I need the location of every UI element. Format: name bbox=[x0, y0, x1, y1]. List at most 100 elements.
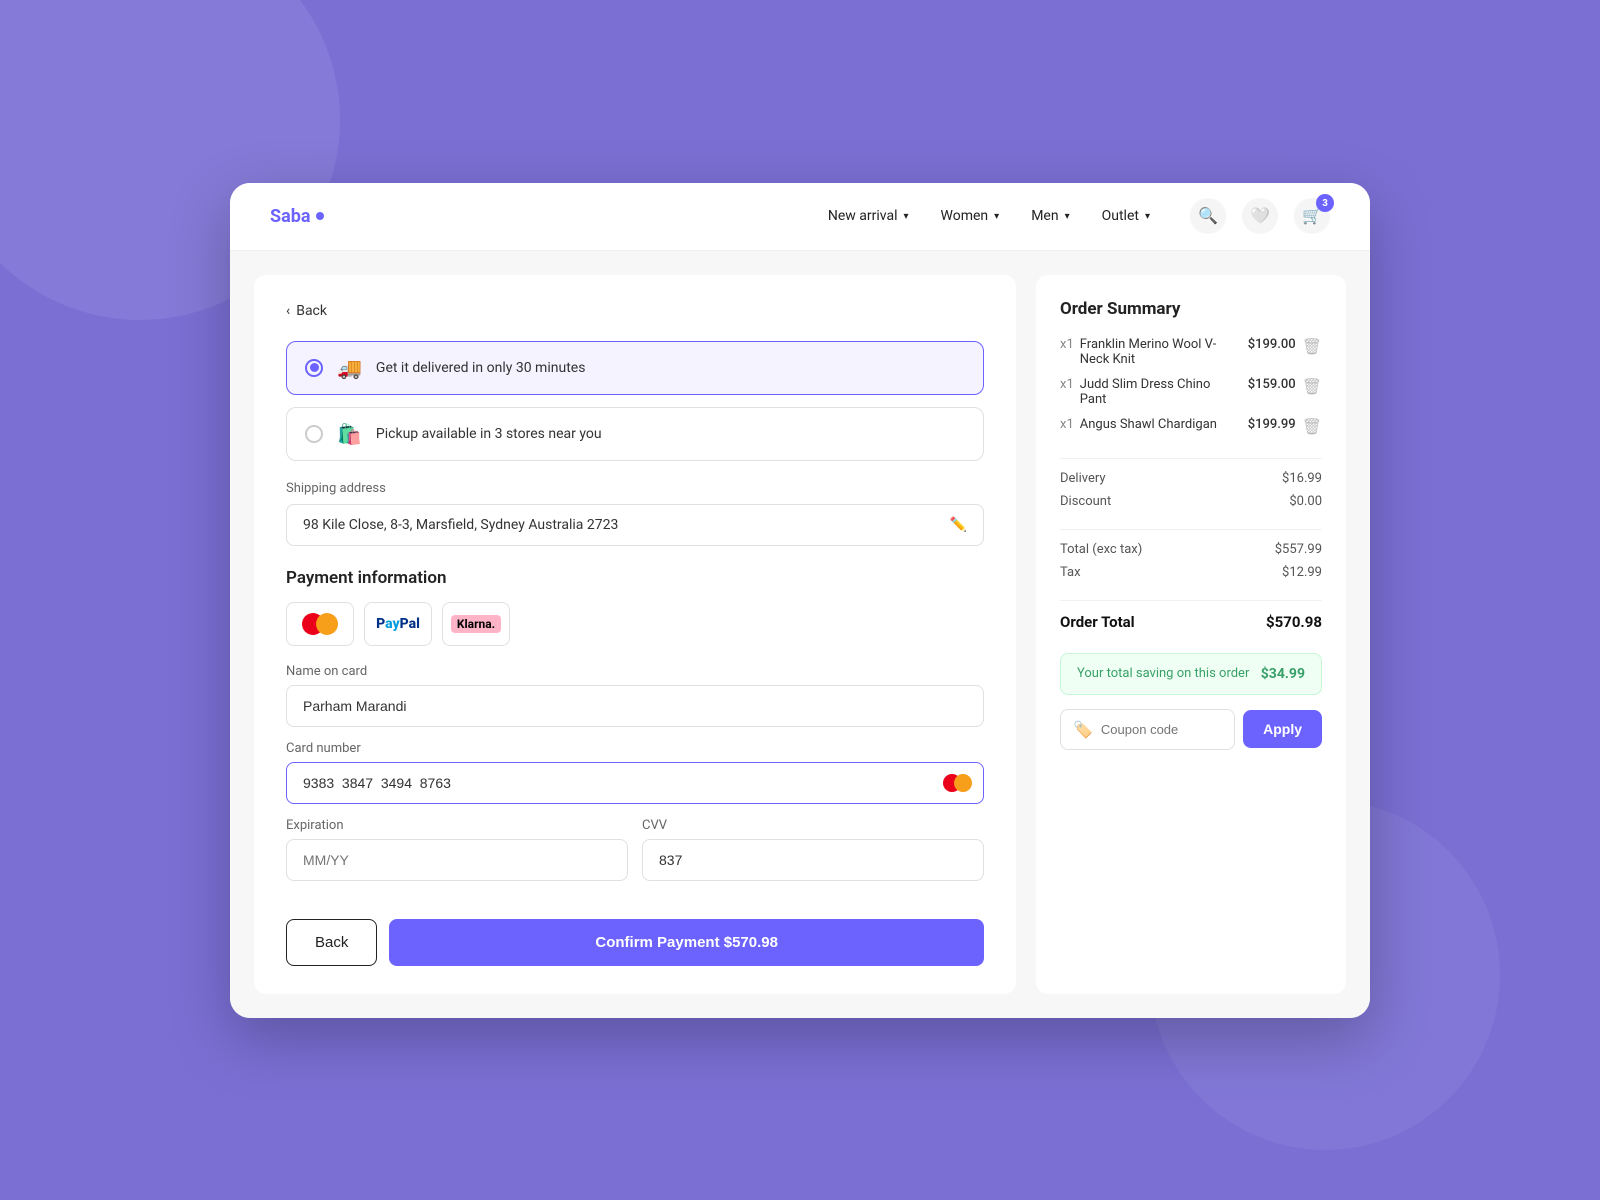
address-text: 98 Kile Close, 8-3, Marsfield, Sydney Au… bbox=[303, 517, 618, 533]
bag-icon: 🛍️ bbox=[337, 422, 362, 446]
cvv-field: CVV bbox=[642, 818, 984, 881]
logo-text: Saba bbox=[270, 206, 310, 227]
item1-qty: x1 bbox=[1060, 337, 1074, 352]
nav-men-label: Men bbox=[1031, 208, 1058, 224]
discount-value: $0.00 bbox=[1289, 494, 1322, 509]
payment-methods: PayPal Klarna. bbox=[286, 602, 984, 646]
truck-icon: 🚚 bbox=[337, 356, 362, 380]
mastercard-icon bbox=[302, 613, 338, 635]
card-number-field: Card number bbox=[286, 741, 984, 804]
delivery-row: Delivery $16.99 bbox=[1060, 471, 1322, 486]
expiry-cvv-row: Expiration CVV bbox=[286, 818, 984, 895]
nav-item-men[interactable]: Men ▾ bbox=[1031, 208, 1069, 224]
back-button[interactable]: Back bbox=[286, 919, 377, 966]
item2-delete-icon[interactable]: 🗑 bbox=[1302, 377, 1322, 396]
nav-women-label: Women bbox=[941, 208, 989, 224]
divider-3 bbox=[1060, 600, 1322, 601]
order-summary-title: Order Summary bbox=[1060, 299, 1322, 319]
order-item-3: x1 Angus Shawl Chardigan $199.99 🗑 bbox=[1060, 417, 1322, 436]
klarna-option[interactable]: Klarna. bbox=[442, 602, 510, 646]
navbar: Saba New arrival ▾ Women ▾ Men ▾ bbox=[230, 183, 1370, 251]
item1-price: $199.00 bbox=[1248, 337, 1296, 352]
item2-price: $159.00 bbox=[1248, 377, 1296, 392]
tax-label: Tax bbox=[1060, 565, 1081, 580]
name-on-card-input[interactable] bbox=[286, 685, 984, 727]
search-button[interactable]: 🔍 bbox=[1190, 198, 1226, 234]
chevron-down-icon: ▾ bbox=[994, 211, 999, 222]
name-on-card-label: Name on card bbox=[286, 664, 984, 679]
nav-item-new-arrival[interactable]: New arrival ▾ bbox=[828, 208, 909, 224]
order-item-1: x1 Franklin Merino Wool V-Neck Knit $199… bbox=[1060, 337, 1322, 367]
confirm-payment-button[interactable]: Confirm Payment $570.98 bbox=[389, 919, 984, 966]
discount-row: Discount $0.00 bbox=[1060, 494, 1322, 509]
cart-badge: 3 bbox=[1316, 194, 1334, 212]
item2-name: Judd Slim Dress Chino Pant bbox=[1080, 377, 1240, 407]
order-total-label: Order Total bbox=[1060, 613, 1135, 631]
paypal-icon: PayPal bbox=[376, 616, 420, 632]
savings-banner: Your total saving on this order $34.99 bbox=[1060, 653, 1322, 695]
total-exc-row: Total (exc tax) $557.99 bbox=[1060, 542, 1322, 557]
tax-value: $12.99 bbox=[1282, 565, 1322, 580]
card-mc-icon bbox=[943, 774, 972, 792]
chevron-down-icon: ▾ bbox=[904, 211, 909, 222]
apply-button[interactable]: Apply bbox=[1243, 710, 1322, 748]
divider-1 bbox=[1060, 458, 1322, 459]
order-summary-panel: Order Summary x1 Franklin Merino Wool V-… bbox=[1036, 275, 1346, 994]
address-field: 98 Kile Close, 8-3, Marsfield, Sydney Au… bbox=[286, 504, 984, 546]
coupon-icon: 🏷️ bbox=[1073, 720, 1093, 739]
order-item-2: x1 Judd Slim Dress Chino Pant $159.00 🗑 bbox=[1060, 377, 1322, 407]
savings-amount: $34.99 bbox=[1261, 666, 1305, 682]
delivery-pickup-label: Pickup available in 3 stores near you bbox=[376, 426, 602, 442]
heart-icon: 🤍 bbox=[1250, 206, 1270, 226]
back-link[interactable]: ‹ Back bbox=[286, 303, 984, 319]
nav-outlet-label: Outlet bbox=[1102, 208, 1139, 224]
payment-title: Payment information bbox=[286, 568, 984, 588]
cart-button[interactable]: 🛒 3 bbox=[1294, 198, 1330, 234]
coupon-row: 🏷️ Apply bbox=[1060, 709, 1322, 750]
mastercard-option[interactable] bbox=[286, 602, 354, 646]
checkout-form-panel: ‹ Back 🚚 Get it delivered in only 30 min… bbox=[254, 275, 1016, 994]
name-on-card-field: Name on card bbox=[286, 664, 984, 727]
delivery-option-fast[interactable]: 🚚 Get it delivered in only 30 minutes bbox=[286, 341, 984, 395]
logo: Saba bbox=[270, 206, 324, 227]
shipping-label: Shipping address bbox=[286, 481, 984, 496]
card-number-label: Card number bbox=[286, 741, 984, 756]
coupon-input[interactable] bbox=[1101, 722, 1222, 737]
nav-new-arrival-label: New arrival bbox=[828, 208, 898, 224]
expiration-input[interactable] bbox=[286, 839, 628, 881]
coupon-input-wrapper: 🏷️ bbox=[1060, 709, 1235, 750]
action-buttons: Back Confirm Payment $570.98 bbox=[286, 919, 984, 966]
chevron-down-icon: ▾ bbox=[1145, 211, 1150, 222]
paypal-option[interactable]: PayPal bbox=[364, 602, 432, 646]
delivery-value: $16.99 bbox=[1282, 471, 1322, 486]
cvv-label: CVV bbox=[642, 818, 984, 833]
wishlist-button[interactable]: 🤍 bbox=[1242, 198, 1278, 234]
content-area: ‹ Back 🚚 Get it delivered in only 30 min… bbox=[230, 251, 1370, 1018]
nav-item-women[interactable]: Women ▾ bbox=[941, 208, 1000, 224]
delivery-label: Delivery bbox=[1060, 471, 1106, 486]
item2-qty: x1 bbox=[1060, 377, 1074, 392]
item3-name: Angus Shawl Chardigan bbox=[1080, 417, 1240, 432]
tax-row: Tax $12.99 bbox=[1060, 565, 1322, 580]
card-number-wrapper bbox=[286, 762, 984, 804]
radio-pickup[interactable] bbox=[305, 425, 323, 443]
item1-delete-icon[interactable]: 🗑 bbox=[1302, 337, 1322, 356]
nav-icons: 🔍 🤍 🛒 3 bbox=[1190, 198, 1330, 234]
edit-icon[interactable]: ✏️ bbox=[950, 517, 967, 533]
nav-links: New arrival ▾ Women ▾ Men ▾ Outlet bbox=[828, 208, 1150, 224]
logo-dot bbox=[316, 212, 324, 220]
discount-label: Discount bbox=[1060, 494, 1111, 509]
delivery-fast-label: Get it delivered in only 30 minutes bbox=[376, 360, 586, 376]
radio-fast-delivery[interactable] bbox=[305, 359, 323, 377]
item1-name: Franklin Merino Wool V-Neck Knit bbox=[1080, 337, 1240, 367]
nav-item-outlet[interactable]: Outlet ▾ bbox=[1102, 208, 1150, 224]
back-arrow-icon: ‹ bbox=[286, 303, 290, 319]
app-window: Saba New arrival ▾ Women ▾ Men ▾ bbox=[230, 183, 1370, 1018]
delivery-option-pickup[interactable]: 🛍️ Pickup available in 3 stores near you bbox=[286, 407, 984, 461]
cvv-input[interactable] bbox=[642, 839, 984, 881]
item3-delete-icon[interactable]: 🗑 bbox=[1302, 417, 1322, 436]
order-total-value: $570.98 bbox=[1266, 613, 1322, 631]
item3-price: $199.99 bbox=[1248, 417, 1296, 432]
card-number-input[interactable] bbox=[286, 762, 984, 804]
savings-text: Your total saving on this order bbox=[1077, 666, 1249, 681]
